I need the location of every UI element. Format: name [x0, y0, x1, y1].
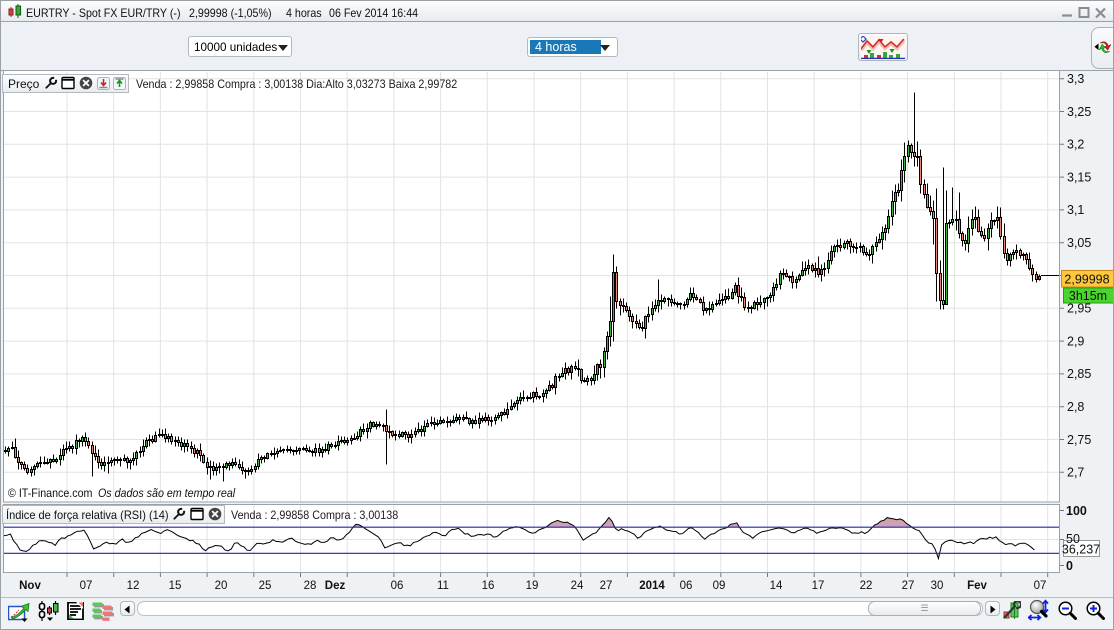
svg-text:Nov: Nov: [19, 580, 41, 592]
svg-text:28: 28: [304, 580, 317, 592]
svg-text:19: 19: [526, 580, 539, 592]
svg-text:06: 06: [391, 580, 404, 592]
svg-text:07: 07: [1034, 580, 1047, 592]
svg-text:14: 14: [770, 580, 783, 592]
svg-text:50: 50: [1066, 532, 1080, 546]
svg-text:27: 27: [902, 580, 915, 592]
svg-text:15: 15: [169, 580, 182, 592]
svg-text:2,75: 2,75: [1067, 433, 1091, 447]
svg-text:11: 11: [437, 580, 449, 592]
svg-text:3,15: 3,15: [1067, 170, 1091, 184]
svg-text:20: 20: [215, 580, 228, 592]
svg-text:Fev: Fev: [967, 580, 987, 592]
svg-text:17: 17: [812, 580, 825, 592]
svg-text:07: 07: [80, 580, 93, 592]
svg-text:09: 09: [713, 580, 726, 592]
svg-text:100: 100: [1066, 504, 1087, 518]
svg-text:2,85: 2,85: [1067, 367, 1091, 381]
svg-text:24: 24: [571, 580, 584, 592]
svg-text:3,2: 3,2: [1067, 138, 1084, 152]
svg-text:2,7: 2,7: [1067, 466, 1084, 480]
svg-text:2,8: 2,8: [1067, 400, 1084, 414]
svg-text:2,9: 2,9: [1067, 334, 1084, 348]
svg-text:22: 22: [860, 580, 873, 592]
svg-text:2,99998: 2,99998: [1064, 273, 1109, 287]
svg-text:Dez: Dez: [325, 580, 346, 592]
svg-text:12: 12: [127, 580, 140, 592]
svg-text:2,95: 2,95: [1067, 302, 1091, 316]
svg-text:30: 30: [931, 580, 944, 592]
svg-text:16: 16: [482, 580, 495, 592]
svg-text:0: 0: [1066, 559, 1073, 573]
svg-text:27: 27: [600, 580, 613, 592]
svg-text:3,3: 3,3: [1067, 72, 1084, 86]
svg-text:2014: 2014: [639, 580, 665, 592]
svg-text:25: 25: [259, 580, 272, 592]
svg-text:06: 06: [680, 580, 693, 592]
svg-text:3,05: 3,05: [1067, 236, 1091, 250]
svg-text:3,1: 3,1: [1067, 203, 1084, 217]
svg-text:3,25: 3,25: [1067, 105, 1091, 119]
